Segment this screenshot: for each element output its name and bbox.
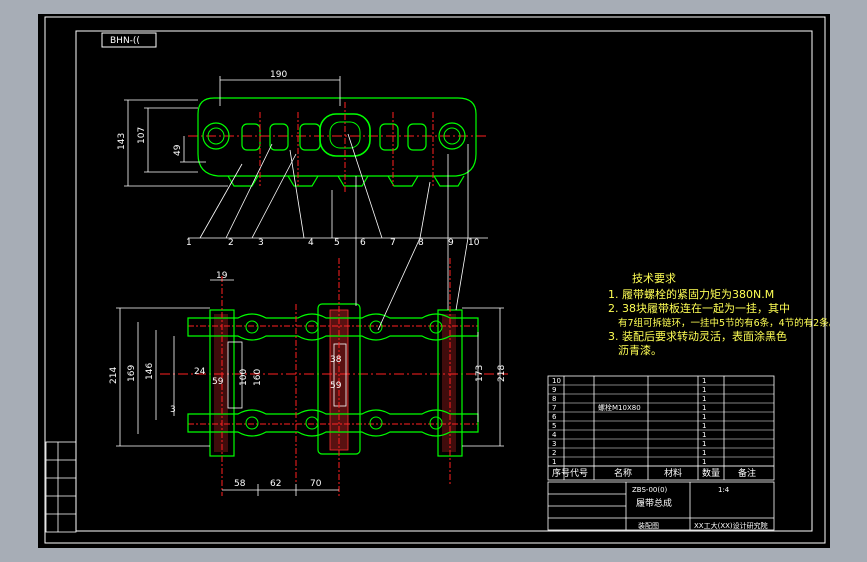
pin-u4 [429, 320, 443, 334]
parts-cell: 1 [552, 458, 556, 466]
parts-cell: 1 [702, 413, 706, 421]
dim-62: 62 [270, 479, 281, 489]
technical-notes: 技术要求 1. 履带螺栓的紧固力矩为380N.M 2. 38块履带板连在一起为一… [608, 272, 830, 357]
dim-143: 143 [117, 133, 127, 150]
link-window-5 [407, 123, 427, 151]
dim-58: 58 [234, 479, 246, 489]
top-view: 190 143 107 49 1 2 3 4 5 6 7 8 9 10 [117, 70, 488, 248]
notes-line-5: 沥青漆。 [618, 344, 662, 357]
parts-cell: 6 [552, 413, 557, 421]
pin-l4 [429, 416, 443, 430]
balloon-4: 4 [308, 238, 314, 248]
bottom-view: 19 214 169 146 3 24 59 100 160 38 59 173… [109, 237, 508, 496]
parts-cell: 5 [552, 422, 556, 430]
pin-u3 [369, 320, 383, 334]
title-drawing-no: ZBS-00(0) [632, 486, 668, 494]
dim-107: 107 [137, 127, 147, 144]
parts-cell: 1 [702, 458, 706, 466]
link-window-3 [299, 123, 321, 151]
drawing-viewport: BHN-(( 190 143 107 49 1 2 3 4 5 6 7 8 9 … [0, 0, 867, 562]
dim-59b: 59 [330, 381, 342, 391]
drawing-sheet: BHN-(( 190 143 107 49 1 2 3 4 5 6 7 8 9 … [38, 14, 830, 548]
balloon-2: 2 [228, 238, 234, 248]
parts-header: 序号 代号 名称 材料 数量 备注 [552, 467, 756, 479]
parts-cell: 4 [552, 431, 557, 439]
title-assembly-label: 装配图 [638, 521, 659, 530]
dim-70: 70 [310, 479, 322, 489]
pin-l1 [245, 416, 259, 430]
outer-frame [44, 16, 826, 544]
parts-list [547, 375, 775, 481]
link-window-1 [241, 123, 261, 151]
title-drawing-name: 履带总成 [636, 497, 672, 509]
parts-cell: 2 [552, 449, 556, 457]
pin-l2 [305, 416, 319, 430]
balloon-5: 5 [334, 238, 340, 248]
parts-cell: 1 [702, 404, 706, 412]
parts-rows: 10 19 18 17 螺栓M10X80 16 15 14 13 12 11 1 [548, 377, 774, 467]
top-grousers [227, 175, 465, 187]
parts-cell: 10 [552, 377, 561, 385]
link-window-4 [379, 123, 399, 151]
dim-3: 3 [170, 405, 176, 415]
parts-cell: 1 [702, 431, 706, 439]
balloon-7: 7 [390, 238, 396, 248]
balloon-3: 3 [258, 238, 264, 248]
parts-cell: 9 [552, 386, 556, 394]
parts-header-code: 代号 [570, 468, 588, 479]
dim-38: 38 [330, 355, 342, 365]
parts-cell: 8 [552, 395, 556, 403]
balloon-10: 10 [468, 238, 480, 248]
title-school: XX工大(XX)设计研究院 [694, 521, 768, 530]
pin-l3 [369, 416, 383, 430]
link-window-2 [269, 123, 289, 151]
parts-cell: 1 [702, 422, 706, 430]
parts-cell: 1 [702, 440, 706, 448]
notes-line-2: 2. 38块履带板连在一起为一挂，其中 [608, 301, 790, 315]
notes-line-3: 有7组可拆链环，一挂中5节的有6条，4节的有2条。 [618, 317, 830, 329]
parts-cell: 1 [702, 449, 706, 457]
dim-169: 169 [127, 365, 137, 382]
pin-u2 [305, 320, 319, 334]
parts-header-material: 材料 [664, 467, 682, 479]
dim-218: 218 [497, 365, 507, 382]
parts-header-name: 名称 [614, 467, 632, 479]
parts-header-qty: 数量 [702, 467, 720, 479]
stamp-text: BHN-(( [110, 36, 140, 46]
dim-173: 173 [475, 365, 485, 382]
cad-drawing: BHN-(( 190 143 107 49 1 2 3 4 5 6 7 8 9 … [44, 16, 830, 544]
dim-59a: 59 [212, 377, 224, 387]
dim-100: 100 [239, 369, 249, 386]
shoe-right-hatch [442, 314, 456, 452]
parts-cell: 1 [702, 377, 706, 385]
balloon-9: 9 [448, 238, 454, 248]
parts-cell: 7 [552, 404, 556, 412]
notes-line-1: 1. 履带螺栓的紧固力矩为380N.M [608, 287, 774, 301]
dim-190: 190 [270, 70, 287, 80]
parts-header-remark: 备注 [738, 467, 756, 479]
balloon-1: 1 [186, 238, 192, 248]
balloon-6: 6 [360, 238, 366, 248]
dim-214: 214 [109, 367, 119, 384]
dim-24: 24 [194, 367, 206, 377]
parts-cell: 1 [702, 386, 706, 394]
top-chain-outline [197, 97, 477, 177]
parts-cell: 1 [702, 395, 706, 403]
pin-u1 [245, 320, 259, 334]
notes-line-4: 3. 装配后要求转动灵活，表面涂黑色 [608, 329, 787, 343]
title-scale: 1:4 [718, 486, 730, 494]
notes-title: 技术要求 [632, 272, 676, 285]
dim-160: 160 [253, 369, 263, 386]
parts-cell: 螺栓M10X80 [598, 403, 641, 412]
dim-49: 49 [173, 144, 183, 156]
side-stamp [45, 441, 77, 533]
dim-19: 19 [216, 271, 228, 281]
dim-146: 146 [145, 363, 155, 380]
parts-header-no: 序号 [552, 467, 570, 479]
parts-cell: 3 [552, 440, 556, 448]
top-balloons: 1 2 3 4 5 6 7 8 9 10 [186, 238, 480, 248]
